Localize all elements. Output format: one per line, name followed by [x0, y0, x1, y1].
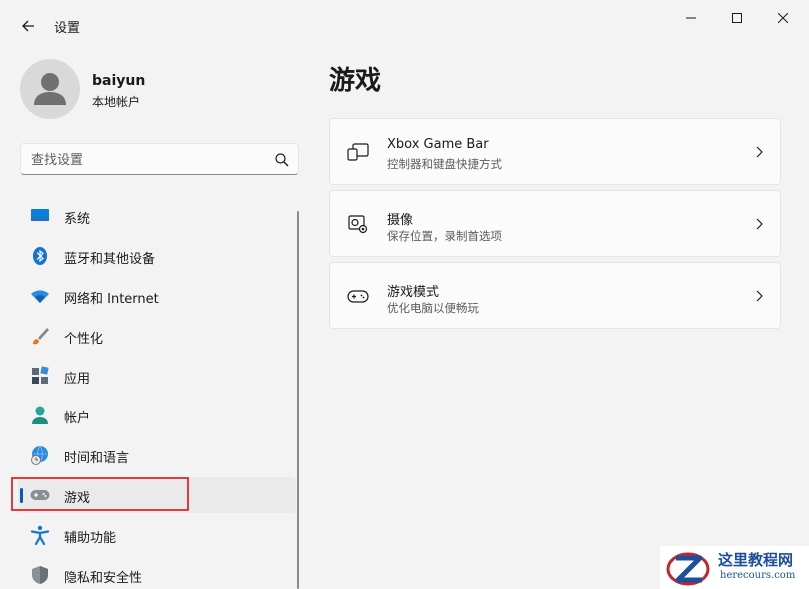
sidebar-item-accounts[interactable]: 帐户 [18, 397, 296, 433]
sidebar-item-label: 个性化 [64, 332, 104, 347]
chevron-right-icon [756, 290, 763, 302]
maximize-button[interactable] [714, 4, 760, 32]
shield-icon [32, 566, 48, 584]
accessibility-icon [30, 525, 50, 545]
search-icon[interactable] [274, 152, 290, 168]
close-icon [778, 13, 788, 23]
watermark-text-cn: 这里教程网 [718, 551, 794, 569]
sidebar-item-label: 应用 [64, 372, 91, 387]
card-subtitle: 优化电脑以便畅玩 [387, 301, 479, 315]
sidebar-item-privacy[interactable]: 隐私和安全性 [18, 557, 296, 589]
sidebar-item-label: 帐户 [64, 411, 91, 426]
card-xbox-game-bar[interactable]: Xbox Game Bar 控制器和键盘快捷方式 [329, 118, 781, 185]
sidebar-item-label: 隐私和安全性 [64, 571, 143, 586]
card-title: 摄像 [387, 213, 414, 228]
game-bar-icon [347, 143, 369, 161]
title-bar: 设置 [0, 0, 809, 48]
gamepad-icon [30, 490, 50, 500]
sidebar-item-label: 时间和语言 [64, 451, 130, 466]
app-title: 设置 [54, 21, 81, 36]
close-button[interactable] [760, 4, 806, 32]
card-title: 游戏模式 [387, 285, 440, 300]
selection-indicator [20, 488, 23, 503]
minimize-icon [686, 17, 696, 19]
card-title: Xbox Game Bar [387, 137, 489, 152]
wifi-icon [31, 290, 49, 303]
sidebar-item-label: 辅助功能 [64, 531, 117, 546]
account-type: 本地帐户 [92, 95, 141, 109]
sidebar-item-label: 系统 [64, 212, 91, 227]
account-icon [32, 406, 48, 424]
avatar[interactable] [20, 59, 80, 119]
watermark: 这里教程网 herecours.com [660, 546, 809, 589]
user-silhouette-icon [34, 73, 66, 105]
search-input[interactable] [31, 150, 261, 170]
minimize-button[interactable] [668, 4, 714, 32]
sidebar-item-time-language[interactable]: 时间和语言 [18, 437, 296, 473]
sidebar-item-label: 游戏 [64, 491, 91, 506]
apps-icon [32, 366, 49, 384]
sidebar-item-label: 网络和 Internet [64, 292, 159, 307]
game-mode-icon [347, 290, 369, 303]
sidebar-item-label: 蓝牙和其他设备 [64, 252, 156, 267]
card-game-mode[interactable]: 游戏模式 优化电脑以便畅玩 [329, 262, 781, 329]
sidebar-item-gaming[interactable]: 游戏 [18, 477, 296, 513]
sidebar-item-system[interactable]: 系统 [18, 198, 296, 234]
watermark-logo [666, 552, 710, 586]
page-title: 游戏 [329, 66, 382, 96]
watermark-text-en: herecours.com [720, 570, 796, 581]
monitor-icon [31, 209, 49, 221]
bluetooth-icon [33, 247, 47, 265]
sidebar-item-personalization[interactable]: 个性化 [18, 318, 296, 354]
sidebar-scrollbar[interactable] [297, 211, 299, 589]
sidebar-item-accessibility[interactable]: 辅助功能 [18, 517, 296, 553]
card-subtitle: 控制器和键盘快捷方式 [387, 157, 502, 171]
back-button[interactable] [14, 12, 42, 40]
chevron-right-icon [756, 218, 763, 230]
chevron-right-icon [756, 146, 763, 158]
globe-clock-icon [31, 445, 48, 465]
search-box[interactable] [20, 143, 299, 175]
maximize-icon [732, 13, 742, 23]
card-capture[interactable]: 摄像 保存位置，录制首选项 [329, 190, 781, 257]
sidebar-item-bluetooth[interactable]: 蓝牙和其他设备 [18, 238, 296, 274]
back-arrow-icon [22, 20, 34, 32]
capture-icon [348, 215, 368, 234]
card-subtitle: 保存位置，录制首选项 [387, 229, 502, 243]
sidebar-item-apps[interactable]: 应用 [18, 358, 296, 394]
brush-icon [33, 328, 49, 345]
user-name: baiyun [92, 73, 146, 89]
sidebar-item-network[interactable]: 网络和 Internet [18, 278, 296, 314]
